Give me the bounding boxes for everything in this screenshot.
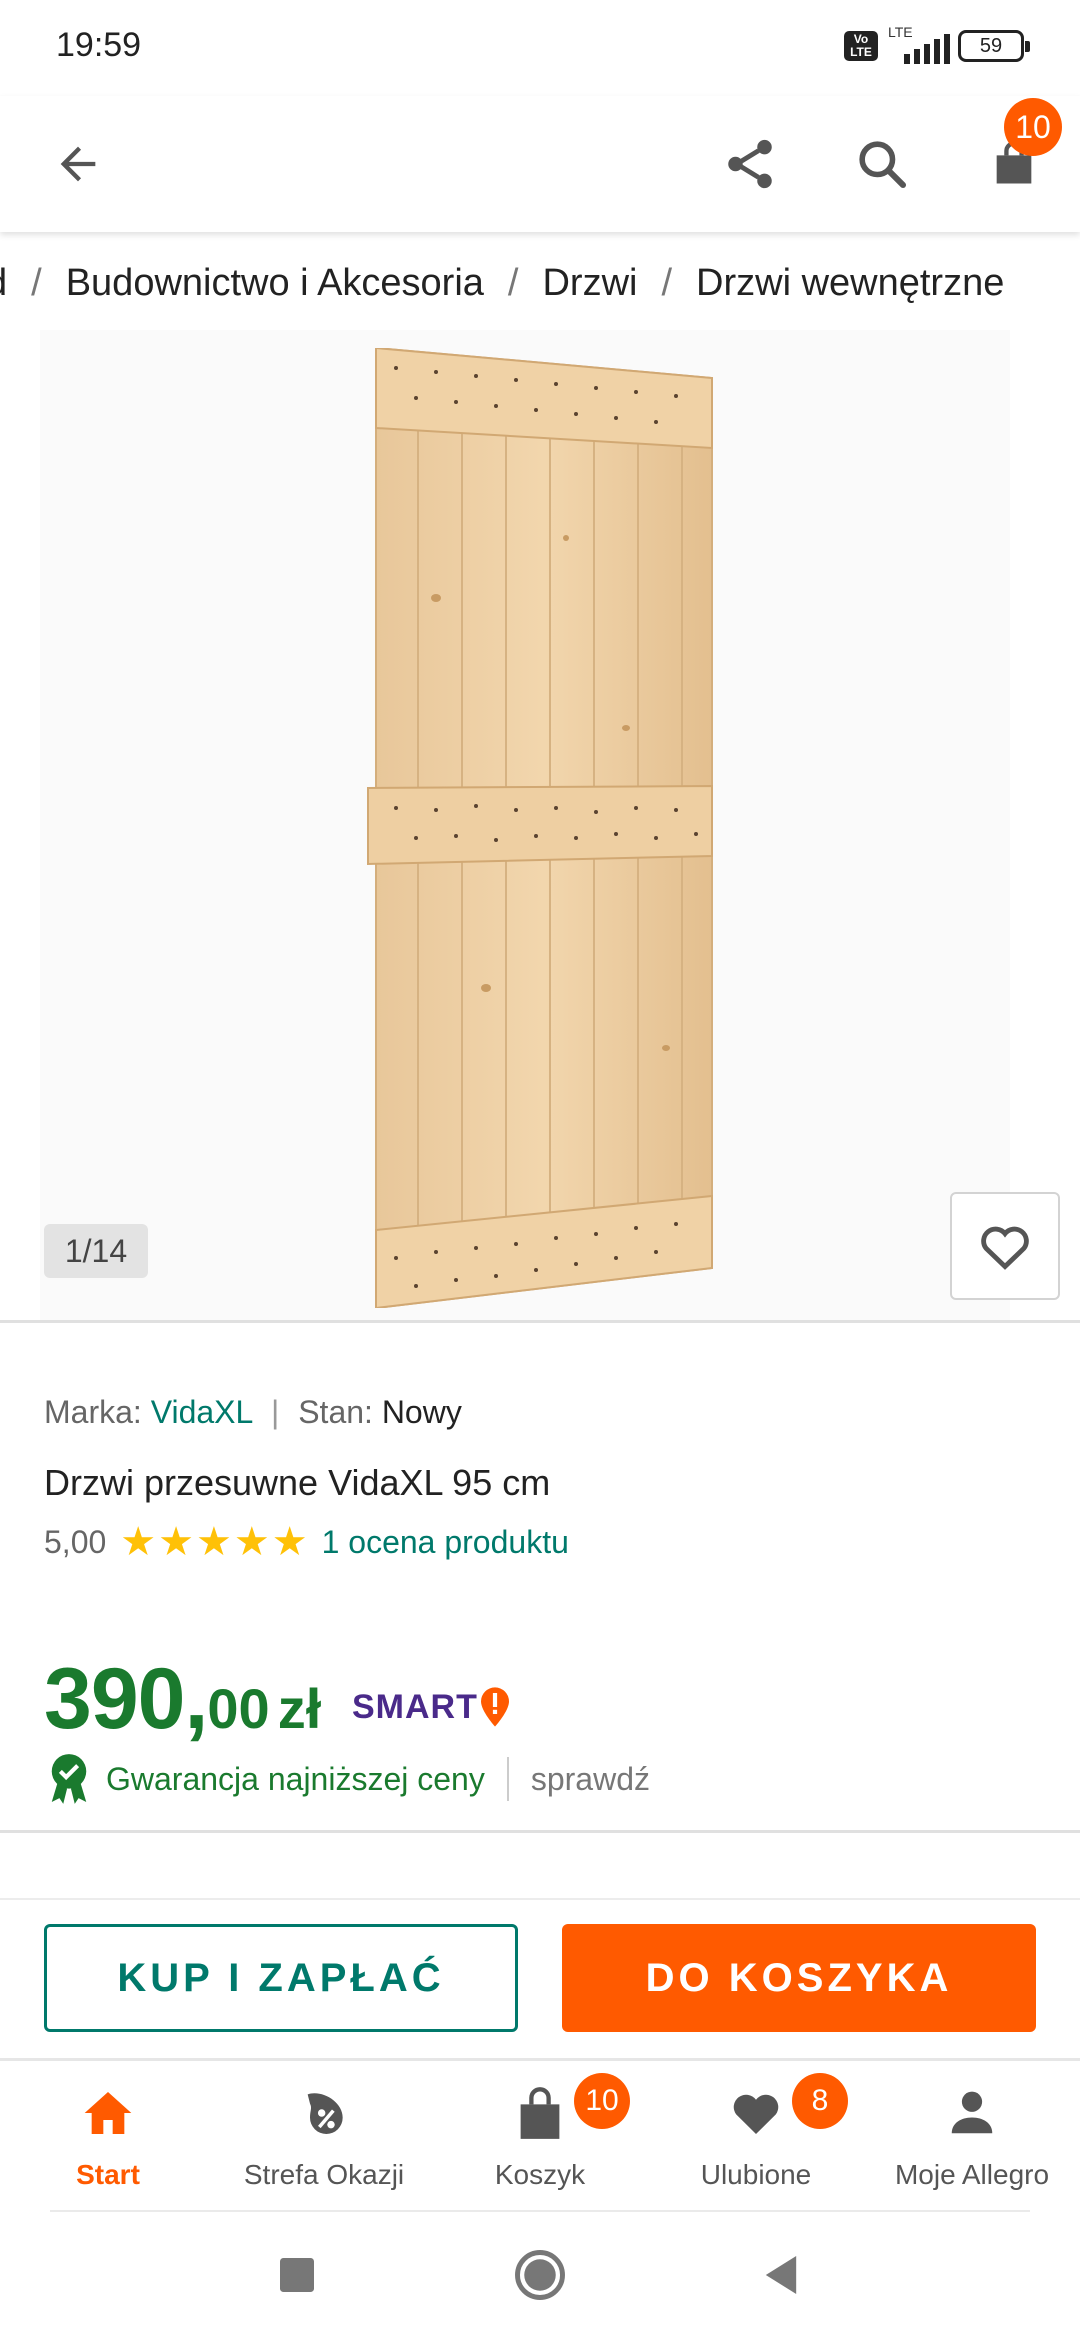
price-currency: zł (277, 1677, 322, 1740)
heart-icon (726, 2083, 786, 2143)
smart-badge[interactable]: SMART (352, 1686, 512, 1728)
nav-label: Strefa Okazji (243, 2159, 405, 2190)
arrow-left-icon (60, 146, 96, 182)
price-guarantee: Gwarancja najniższej ceny sprawdź (46, 1752, 650, 1806)
back-button[interactable] (38, 124, 118, 204)
price-divider (0, 1830, 1080, 1833)
deals-icon (294, 2083, 354, 2143)
star-icon: ★ (196, 1520, 232, 1564)
bottom-nav: Start Strefa Okazji 10 Koszyk 8 Ulubione… (0, 2058, 1080, 2210)
share-icon (728, 139, 772, 189)
gallery-divider (0, 1320, 1080, 1323)
circle-icon (515, 2250, 565, 2300)
smart-pin-icon (480, 1687, 509, 1727)
brand-link[interactable]: VidaXL (151, 1394, 252, 1430)
price-integer: 390, (44, 1651, 208, 1747)
breadcrumb-item[interactable]: d (0, 262, 7, 305)
nav-item-cart[interactable]: 10 Koszyk (432, 2061, 648, 2211)
guarantee-text: Gwarancja najniższej ceny (106, 1760, 485, 1797)
nav-label: Ulubione (700, 2159, 812, 2190)
battery-icon: 59 (958, 30, 1030, 62)
status-time: 19:59 (56, 26, 142, 64)
smart-logo: SMART (352, 1687, 478, 1726)
search-button[interactable] (842, 124, 922, 204)
breadcrumb-separator: / (31, 262, 42, 304)
status-indicators: Vo LTE LTE 59 (844, 24, 1030, 64)
home-button[interactable] (505, 2240, 575, 2310)
back-system-button[interactable] (746, 2240, 816, 2310)
home-icon (78, 2083, 138, 2143)
nav-label: Koszyk (494, 2159, 586, 2190)
breadcrumb-item[interactable]: Budownictwo i Akcesoria (66, 262, 484, 305)
product-rating[interactable]: 5,00 ★ ★ ★ ★ ★ 1 ocena produktu (44, 1522, 569, 1562)
product-title: Drzwi przesuwne VidaXL 95 cm (44, 1462, 551, 1503)
heart-outline-icon (981, 1226, 1029, 1270)
breadcrumb-item[interactable]: Drzwi (542, 262, 637, 305)
breadcrumb-separator: / (661, 262, 673, 304)
price: 390,00 zł (44, 1650, 321, 1749)
nav-item-account[interactable]: Moje Allegro (864, 2061, 1080, 2211)
condition-value: Nowy (381, 1394, 462, 1430)
system-nav-bar (0, 2212, 1080, 2340)
nav-label: Moje Allegro (894, 2159, 1050, 2190)
buy-now-button[interactable]: KUP I ZAPŁAĆ (44, 1924, 518, 2032)
share-button[interactable] (710, 124, 790, 204)
recents-button[interactable] (262, 2240, 332, 2310)
guarantee-badge-icon (51, 1754, 87, 1804)
rating-stars: ★ ★ ★ ★ ★ (120, 1522, 307, 1562)
cart-nav-badge: 10 (574, 2073, 630, 2129)
favorites-nav-badge: 8 (792, 2073, 848, 2129)
add-to-cart-button[interactable]: DO KOSZYKA (562, 1924, 1036, 2032)
rating-value: 5,00 (44, 1523, 107, 1560)
user-icon (942, 2083, 1002, 2143)
star-icon: ★ (120, 1520, 157, 1564)
guarantee-check-link[interactable]: sprawdź (531, 1761, 650, 1798)
actions-top-divider (0, 1898, 1080, 1900)
star-icon: ★ (271, 1520, 308, 1564)
brand-label: Marka: (44, 1394, 142, 1430)
triangle-back-icon (765, 2256, 797, 2294)
breadcrumb: d / Budownictwo i Akcesoria / Drzwi / Dr… (0, 262, 1004, 305)
volte-icon: Vo LTE (844, 31, 878, 61)
nav-label: Start (76, 2159, 140, 2190)
favorite-button[interactable] (950, 1192, 1060, 1300)
search-icon (859, 141, 907, 189)
nav-item-favorites[interactable]: 8 Ulubione (648, 2061, 864, 2211)
nav-item-deals[interactable]: Strefa Okazji (216, 2061, 432, 2211)
app-bar (0, 96, 1080, 232)
condition-label: Stan: (298, 1394, 373, 1430)
signal-icon: LTE (888, 24, 950, 64)
star-icon: ★ (158, 1520, 194, 1564)
battery-level: 59 (979, 35, 1003, 57)
star-icon: ★ (233, 1520, 270, 1564)
reviews-link[interactable]: 1 ocena produktu (322, 1524, 569, 1561)
guarantee-separator (506, 1757, 509, 1801)
product-image[interactable] (366, 348, 716, 1308)
square-icon (280, 2258, 314, 2292)
product-meta: Marka: VidaXL | Stan: Nowy (44, 1394, 462, 1431)
breadcrumb-separator: / (507, 262, 519, 304)
nav-item-start[interactable]: Start (0, 2061, 216, 2211)
image-counter: 1/14 (44, 1224, 148, 1278)
meta-separator: | (271, 1394, 280, 1430)
status-bar: 19:59 Vo LTE LTE 59 (0, 0, 1080, 96)
bag-icon (510, 2083, 570, 2143)
price-fraction: 00 (207, 1677, 270, 1740)
cart-count-badge: 10 (1004, 98, 1062, 156)
breadcrumb-item[interactable]: Drzwi wewnętrzne (696, 262, 1004, 305)
